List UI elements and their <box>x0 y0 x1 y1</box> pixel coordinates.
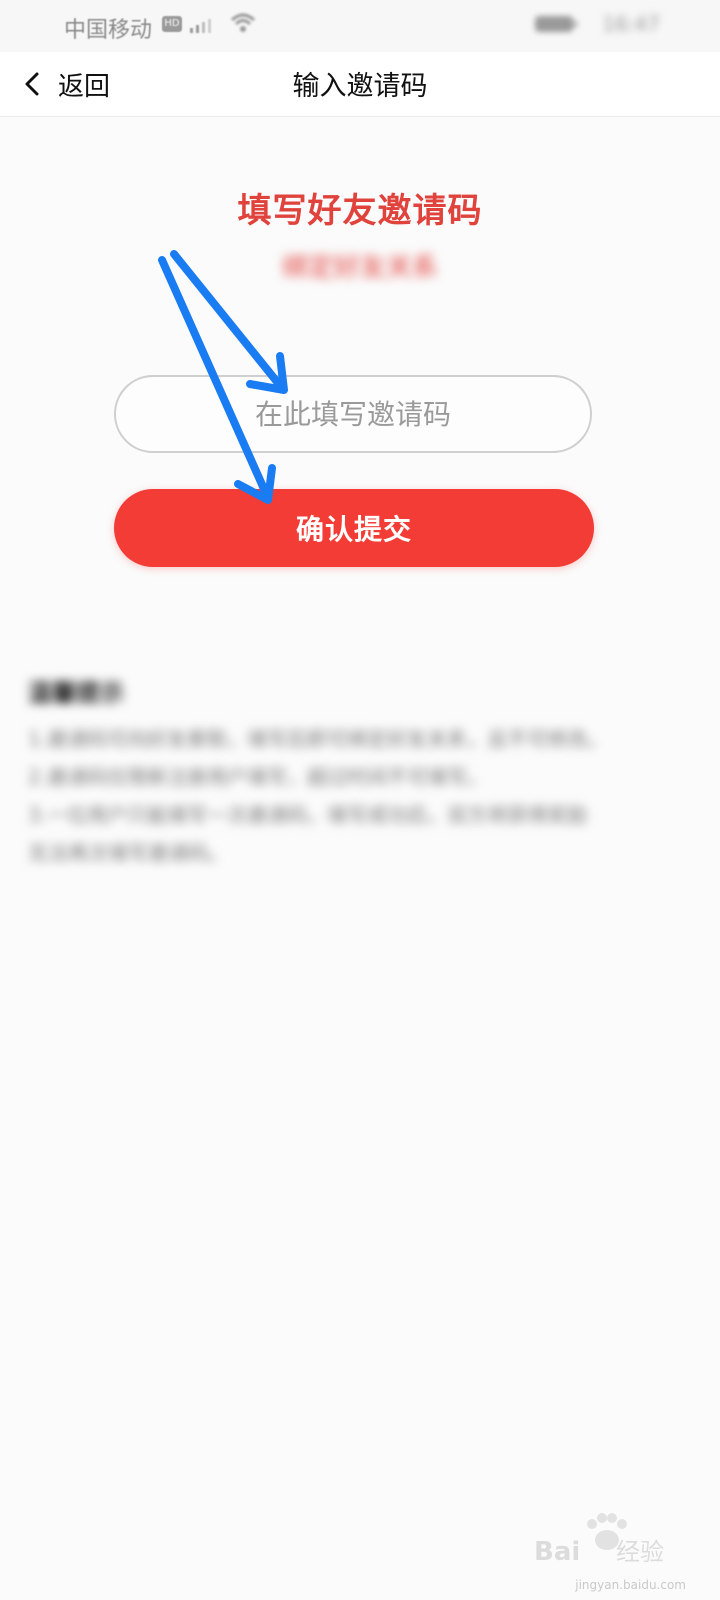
subheadline: 绑定好友关系 <box>281 253 438 283</box>
submit-button[interactable]: 确认提交 <box>114 489 594 567</box>
tips-title: 温馨提示 <box>28 679 124 707</box>
tips-section: 温馨提示 1.邀请码可向好友索取，填写后即可绑定好友关系，且不可修改。 2.邀请… <box>28 673 678 872</box>
status-bar: 中国移动 HD 16:47 <box>0 0 720 52</box>
tips-line: 2.邀请码仅限新注册用户填写，超过时间不可填写。 <box>28 765 488 789</box>
svg-text:经验: 经验 <box>616 1538 664 1566</box>
watermark-url: jingyan.baidu.com <box>575 1578 686 1592</box>
status-time: 16:47 <box>602 12 660 36</box>
invite-code-screen: 中国移动 HD 16:47 返回 输入邀请码 填写好友邀请码 绑定好友关系 在此… <box>0 0 720 1600</box>
hd-badge: HD <box>162 16 182 32</box>
signal-icon <box>190 19 211 33</box>
main-content: 填写好友邀请码 绑定好友关系 确认提交 温馨提示 1.邀请码可向好友索取，填写后… <box>0 117 720 1600</box>
tips-line: 无法再次填写邀请码。 <box>28 841 228 865</box>
svg-text:Bai: Bai <box>534 1537 580 1567</box>
tips-line: 3.一位用户只能填写一次邀请码，填写成功后，双方将获得奖励 <box>28 803 588 827</box>
wifi-icon <box>230 13 256 32</box>
battery-icon <box>535 16 577 32</box>
page-title: 输入邀请码 <box>292 71 428 102</box>
carrier-name: 中国移动 <box>64 18 153 43</box>
baidu-watermark-logo: Bai 经验 <box>534 1513 664 1567</box>
tips-line: 1.邀请码可向好友索取，填写后即可绑定好友关系，且不可修改。 <box>28 727 608 751</box>
headline: 填写好友邀请码 <box>237 191 483 231</box>
invite-code-input[interactable] <box>114 375 592 453</box>
nav-bar: 返回 输入邀请码 <box>0 52 720 117</box>
